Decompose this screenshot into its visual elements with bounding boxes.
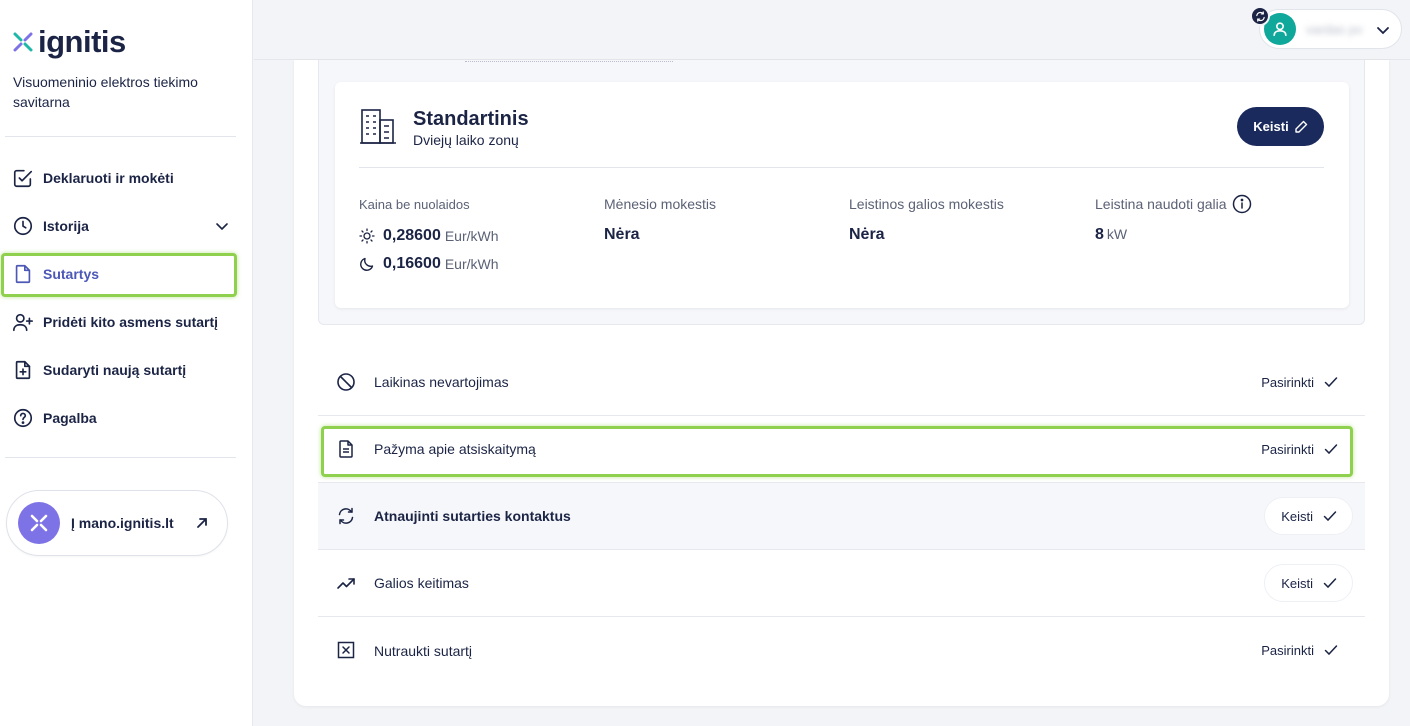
allowed-power-unit: kW [1106, 226, 1128, 242]
power-fee-value: Nėra [849, 226, 885, 243]
sun-icon [359, 228, 375, 244]
external-link-mano-ignitis[interactable]: Į mano.ignitis.lt [6, 490, 228, 556]
divider [359, 167, 1324, 168]
action-label: Nutraukti sutartį [374, 642, 473, 659]
power-fee-label: Leistinos galios mokestis [849, 196, 1004, 212]
button-label: Keisti [1253, 119, 1289, 134]
action-payment-certificate[interactable]: Pažyma apie atsiskaitymą Pasirinkti [318, 416, 1365, 483]
chevron-down-icon [1377, 27, 1389, 35]
user-add-icon [13, 313, 33, 332]
select-button[interactable]: Pasirinkti [1245, 430, 1353, 468]
help-circle-icon [13, 408, 33, 428]
divider [5, 136, 236, 137]
button-label: Keisti [1281, 575, 1313, 591]
checkbox-edit-icon [13, 169, 33, 188]
sidebar: ignitis Visuomeninio elektros tiekimo sa… [0, 0, 253, 726]
check-icon [1323, 578, 1337, 589]
button-label: Pasirinkti [1261, 374, 1314, 390]
monthly-fee-column: Mėnesio mokestis Nėra [604, 194, 716, 244]
document-icon [15, 264, 31, 284]
day-price: 0,28600 [383, 227, 441, 244]
check-icon [1324, 444, 1338, 455]
night-price-row: 0,16600 Eur/kWh [359, 254, 499, 274]
allowed-power-label: Leistina naudoti galia [1095, 194, 1252, 214]
plan-subtitle: Dviejų laiko zonų [413, 132, 519, 148]
price-unit: Eur/kWh [444, 228, 499, 244]
divider [5, 457, 236, 458]
allowed-power-value: 8 kW [1095, 226, 1252, 244]
action-power-change[interactable]: Galios keitimas Keisti [318, 550, 1365, 617]
building-icon [360, 109, 396, 144]
select-button[interactable]: Pasirinkti [1245, 363, 1353, 401]
dotted-separator [465, 60, 673, 62]
button-label: Pasirinkti [1261, 642, 1314, 658]
action-label: Galios keitimas [374, 575, 469, 591]
nav-item-add-other-contract[interactable]: Pridėti kito asmens sutartį [0, 298, 240, 346]
trending-up-icon [337, 578, 355, 589]
change-button[interactable]: Keisti [1264, 564, 1353, 602]
file-plus-icon [15, 360, 31, 380]
action-label: Atnaujinti sutarties kontaktus [374, 508, 571, 524]
allowed-power-number: 8 [1095, 226, 1104, 243]
nav-item-contracts[interactable]: Sutartys [0, 250, 240, 298]
button-label: Pasirinkti [1261, 441, 1314, 457]
nav-item-history[interactable]: Istorija [0, 202, 240, 250]
action-terminate-contract[interactable]: Nutraukti sutartį Pasirinkti [318, 617, 1365, 684]
button-label: Keisti [1281, 508, 1313, 524]
info-icon[interactable] [1232, 194, 1252, 214]
switch-account-icon[interactable] [1250, 6, 1270, 26]
price-label: Kaina be nuolaidos [359, 196, 470, 212]
check-icon [1324, 377, 1338, 388]
allowed-power-label-text: Leistina naudoti galia [1095, 196, 1227, 212]
action-update-contacts[interactable]: Atnaujinti sutarties kontaktus Keisti [318, 483, 1365, 550]
tariff-plan-card: Standartinis Dviejų laiko zonų Keisti Ka… [335, 82, 1349, 308]
top-bar [254, 0, 1410, 60]
document-text-icon [339, 440, 353, 458]
nav-item-label: Sutartys [43, 266, 100, 282]
highlight-frame [1, 253, 237, 297]
nav-item-label: Pagalba [43, 410, 97, 426]
check-icon [1323, 511, 1337, 522]
allowed-power-column: Leistina naudoti galia 8 kW [1095, 194, 1252, 244]
nav-item-label: Istorija [43, 218, 89, 234]
external-link-label: Į mano.ignitis.lt [71, 515, 174, 531]
user-name: vardas pv [1306, 21, 1363, 37]
night-price: 0,16600 [383, 255, 441, 272]
nav-item-label: Pridėti kito asmens sutartį [43, 314, 219, 330]
block-icon [337, 373, 355, 391]
nav-item-new-contract[interactable]: Sudaryti naują sutartį [0, 346, 240, 394]
price-unit: Eur/kWh [444, 256, 499, 272]
ignitis-logo-icon [13, 32, 33, 51]
select-button[interactable]: Pasirinkti [1245, 631, 1353, 669]
app-subtitle: Visuomeninio elektros tiekimo savitarna [13, 74, 198, 110]
chevron-down-icon[interactable] [214, 218, 230, 234]
nav-item-label: Sudaryti naują sutartį [43, 362, 187, 378]
plan-title: Standartinis [413, 108, 529, 130]
action-temporary-non-consumption[interactable]: Laikinas nevartojimas Pasirinkti [318, 349, 1365, 416]
action-label: Pažyma apie atsiskaitymą [374, 441, 536, 457]
action-label: Laikinas nevartojimas [374, 374, 509, 390]
logo[interactable]: ignitis [12, 26, 126, 57]
user-menu[interactable]: vardas pv [1259, 9, 1402, 49]
main-nav: Deklaruoti ir mokėti Istorija Sutartys P… [0, 154, 240, 442]
logo-text: ignitis [38, 24, 126, 59]
price-column: Kaina be nuolaidos 0,28600 Eur/kWh 0,166… [359, 194, 499, 274]
day-price-row: 0,28600 Eur/kWh [359, 226, 499, 246]
nav-item-label: Deklaruoti ir mokėti [43, 170, 174, 186]
monthly-fee-value: Nėra [604, 226, 640, 243]
nav-item-help[interactable]: Pagalba [0, 394, 240, 442]
power-fee-column: Leistinos galios mokestis Nėra [849, 194, 1004, 244]
monthly-fee-label: Mėnesio mokestis [604, 196, 717, 212]
change-plan-button[interactable]: Keisti [1237, 107, 1324, 146]
nav-item-declare-pay[interactable]: Deklaruoti ir mokėti [0, 154, 240, 202]
external-arrow-icon [197, 518, 207, 528]
change-button[interactable]: Keisti [1264, 497, 1353, 535]
clock-icon [13, 216, 33, 236]
refresh-icon [338, 507, 354, 525]
moon-icon [360, 257, 374, 271]
check-icon [1324, 645, 1338, 656]
ignitis-badge-icon [18, 502, 60, 544]
pencil-icon [1295, 120, 1307, 133]
close-box-icon [337, 641, 355, 659]
